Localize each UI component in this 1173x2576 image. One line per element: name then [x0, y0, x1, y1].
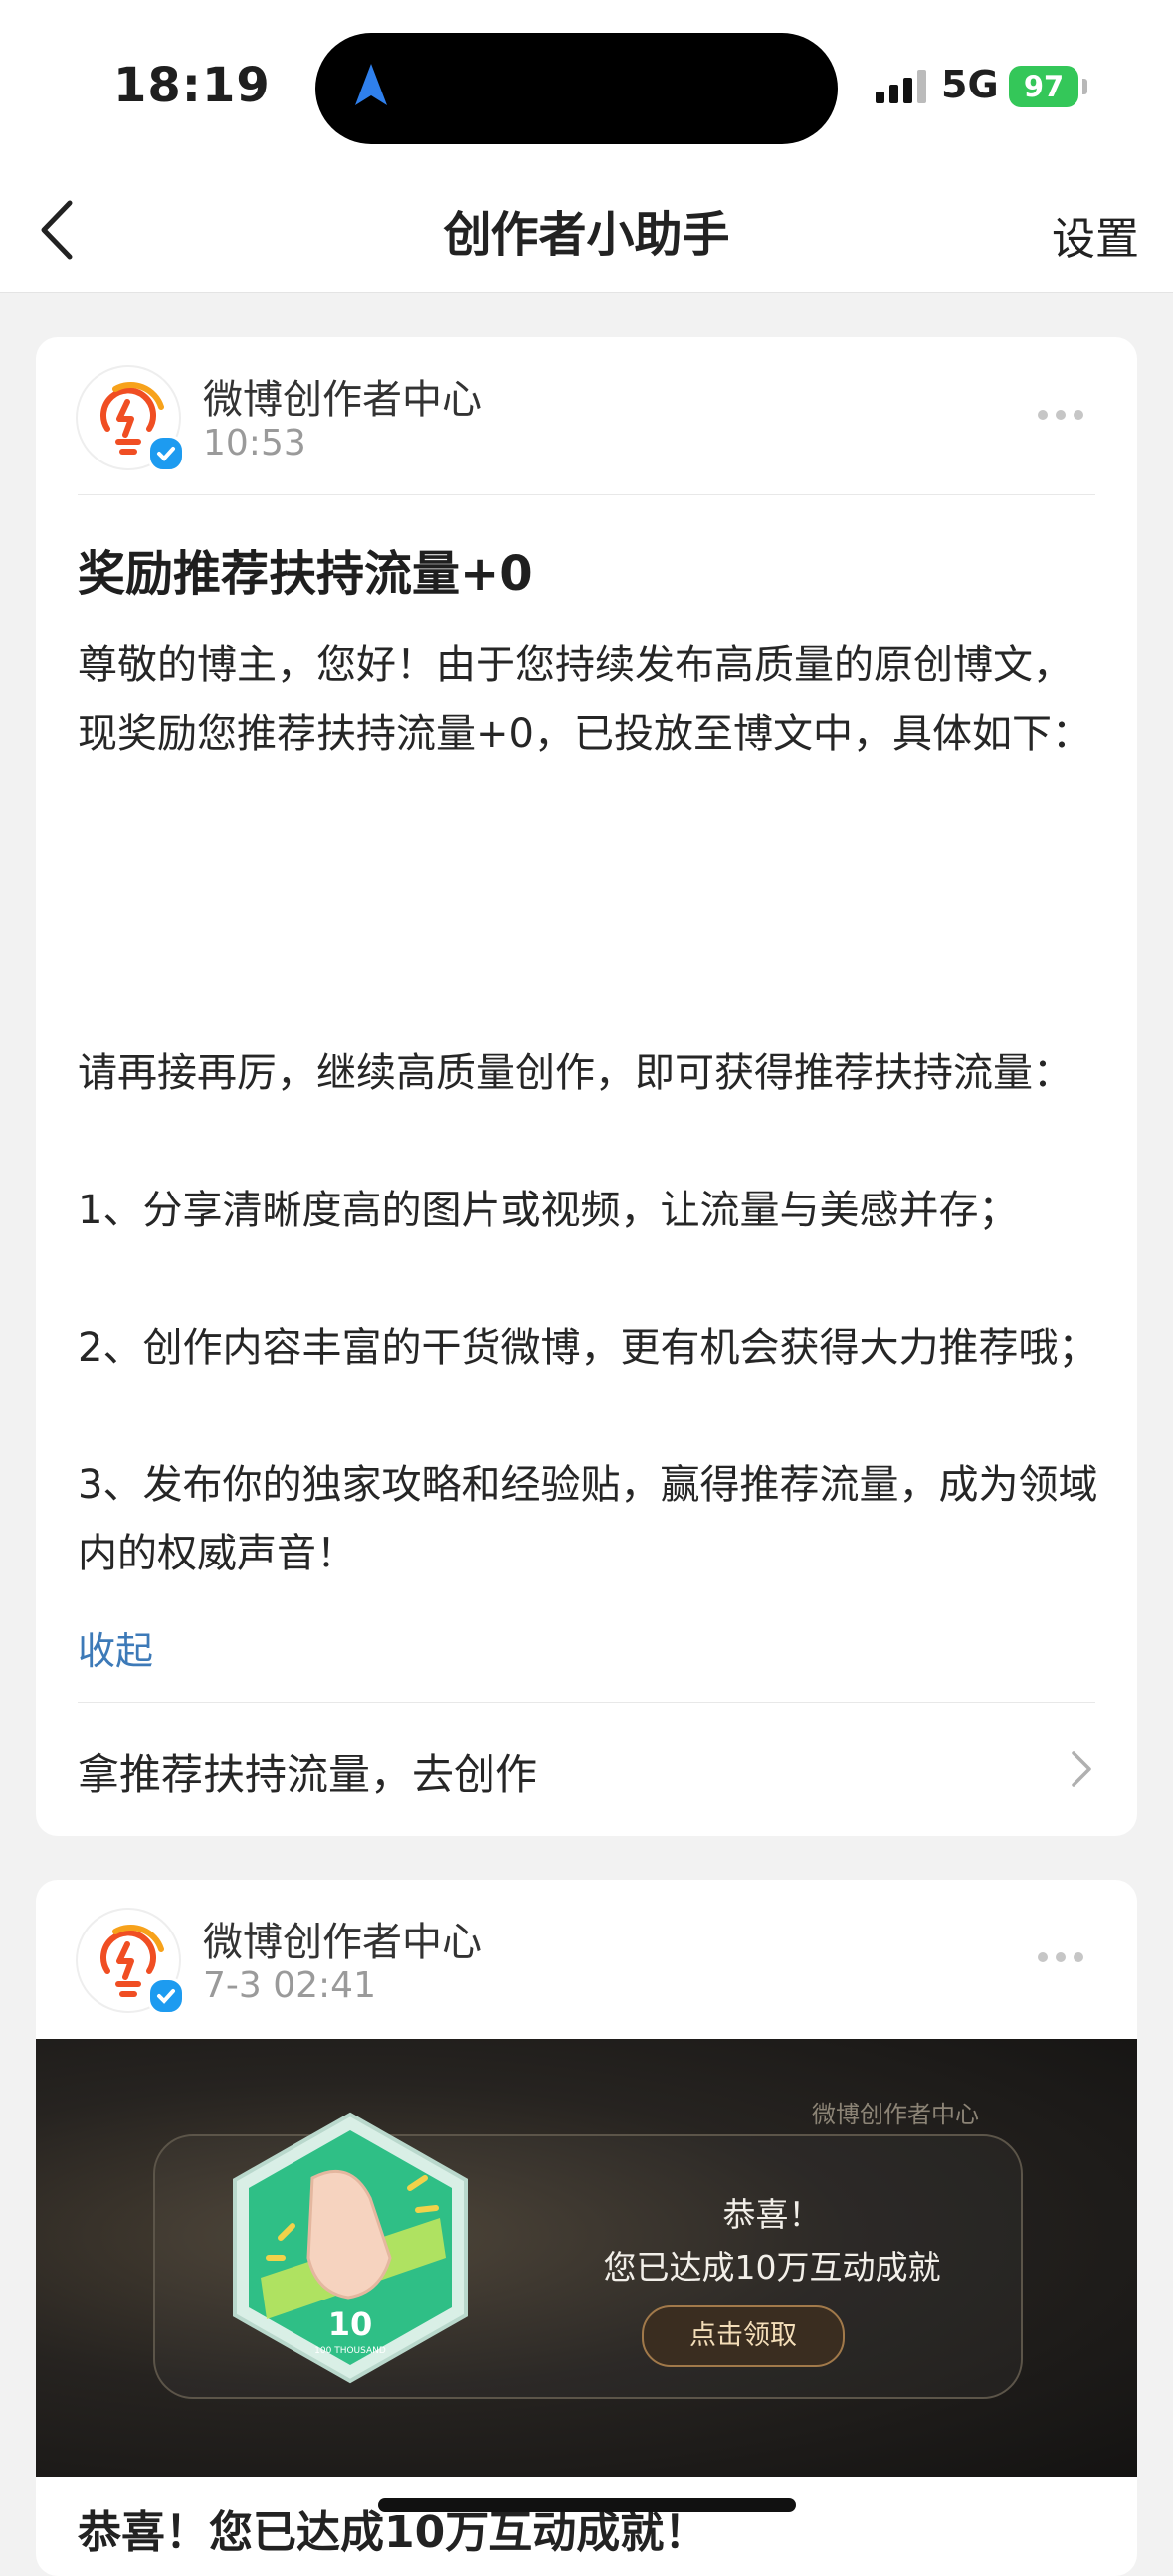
cellular-signal-icon [876, 70, 926, 103]
banner-logo: 微博创作者中心 [812, 2101, 979, 2128]
settings-button[interactable]: 设置 [1052, 203, 1139, 267]
badge-number: 10 [328, 2305, 373, 2343]
sender-name[interactable]: 微博创作者中心 [203, 1910, 482, 1967]
tips-intro: 请再接再厉，继续高质量创作，即可获得推荐扶持流量： [78, 1050, 1073, 1096]
more-options-icon[interactable] [1038, 405, 1097, 425]
tip-item: 2、创作内容丰富的干货微博，更有机会获得大力推荐哦； [78, 1325, 1098, 1371]
nav-header: 创作者小助手 设置 [0, 169, 1173, 293]
message-time: 7-3 02:41 [203, 1965, 376, 2006]
divider [78, 1702, 1095, 1703]
banner-achievement: 您已达成10万互动成就 [603, 2248, 941, 2287]
achievement-badge-icon: 10 100 THOUSAND [233, 2112, 468, 2384]
message-time: 10:53 [203, 423, 306, 463]
network-type: 5G [941, 63, 999, 106]
status-bar: 18:19 5G 97 [0, 0, 1173, 169]
message-title: 奖励推荐扶持流量+0 [78, 546, 533, 602]
claim-button[interactable]: 点击领取 [642, 2305, 845, 2367]
banner-congrats: 恭喜！ [722, 2195, 822, 2234]
verified-badge-icon [147, 435, 185, 472]
collapse-link[interactable]: 收起 [78, 1620, 153, 1675]
location-arrow-icon [355, 64, 387, 105]
clock: 18:19 [113, 58, 271, 113]
dynamic-island [315, 33, 838, 144]
divider [78, 494, 1095, 495]
achievement-banner[interactable]: 微博创作者中心 10 100 THOUSAND 恭喜！ 您已达成10万互动成就 … [36, 2039, 1137, 2477]
page-title: 创作者小助手 [443, 207, 730, 263]
message-card: 微博创作者中心 7-3 02:41 微博创作者中心 10 100 THOUSAN… [36, 1880, 1137, 2576]
battery-tip [1082, 79, 1087, 94]
verified-badge-icon [147, 1977, 185, 2015]
message-intro: 尊敬的博主，您好！由于您持续发布高质量的原创博文，现奖励您推荐扶持流量+0，已投… [78, 643, 1091, 757]
go-create-link[interactable]: 拿推荐扶持流量，去创作 [78, 1742, 537, 1802]
tip-item: 3、发布你的独家攻略和经验贴，赢得推荐流量，成为领域内的权威声音！ [78, 1462, 1098, 1576]
home-indicator[interactable] [378, 2498, 796, 2512]
sender-name[interactable]: 微博创作者中心 [203, 367, 482, 425]
more-options-icon[interactable] [1038, 1947, 1097, 1967]
chevron-right-icon[interactable] [1070, 1749, 1093, 1789]
message-card: 微博创作者中心 10:53 奖励推荐扶持流量+0 尊敬的博主，您好！由于您持续发… [36, 337, 1137, 1836]
battery-level: 97 [1009, 66, 1078, 107]
tip-item: 1、分享清晰度高的图片或视频，让流量与美感并存； [78, 1188, 1019, 1233]
badge-caption: 100 THOUSAND [314, 2346, 386, 2356]
